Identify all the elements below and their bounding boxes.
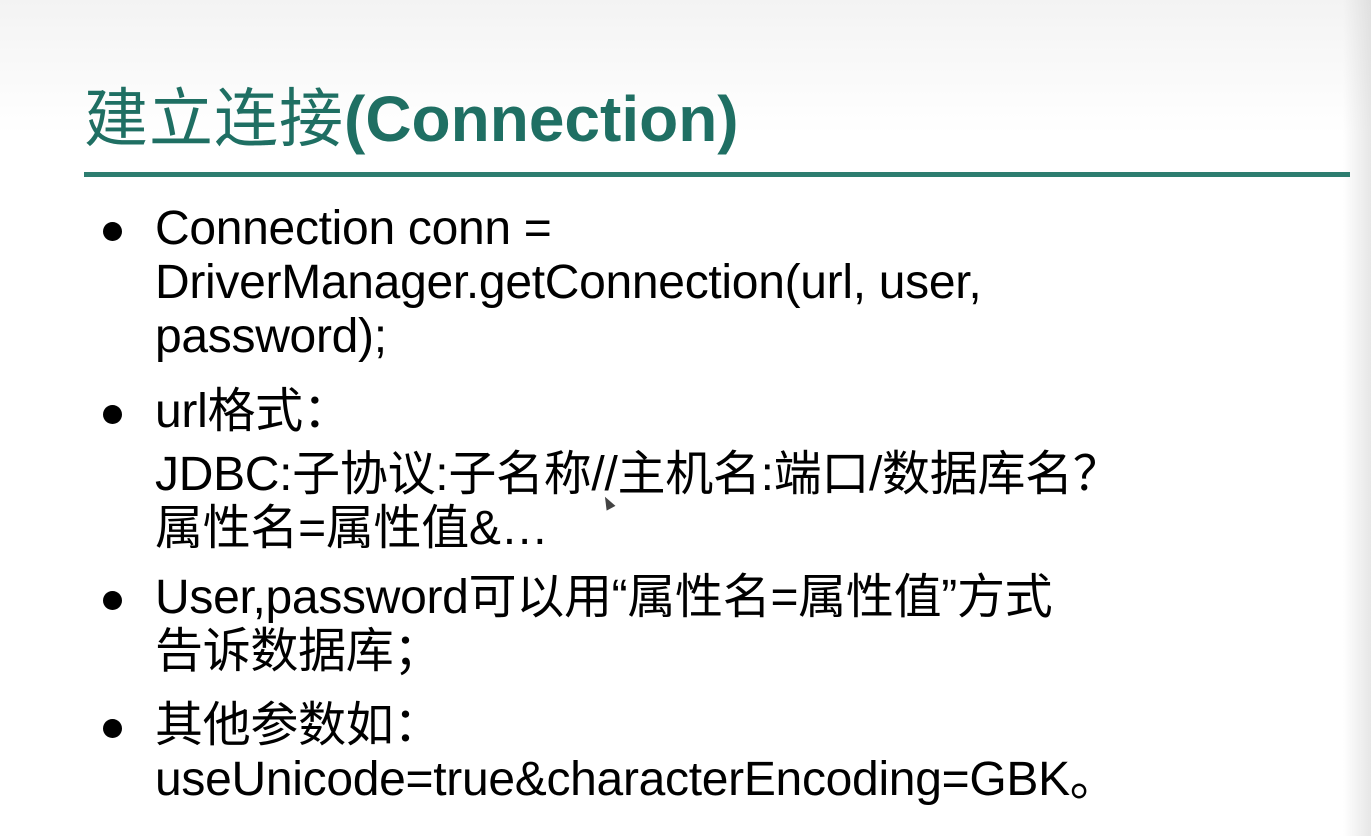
bullet-line: 告诉数据库；	[155, 625, 442, 678]
bullet-line: Connection conn =	[155, 202, 552, 255]
bullet-line: useUnicode=true&characterEncoding=GBK。	[155, 753, 1118, 806]
bullet-dot	[103, 591, 122, 610]
slide-title-chinese: 建立连接	[84, 83, 344, 157]
bullet-line: url格式：	[155, 385, 351, 438]
bullet-dot	[103, 405, 122, 424]
slide-title-english: (Connection)	[344, 83, 739, 155]
slide-edge-shade	[1343, 0, 1371, 836]
bullet-line: DriverManager.getConnection(url, user,	[155, 256, 982, 309]
bullet-line: User,password可以用“属性名=属性值”方式	[155, 571, 1053, 624]
bullet-dot	[103, 719, 122, 738]
bullet-line: password);	[155, 310, 387, 363]
title-divider	[84, 172, 1350, 177]
bullet-line: JDBC:子协议:子名称//主机名:端口/数据库名？	[155, 448, 1121, 501]
bullet-line: 其他参数如：	[155, 699, 442, 752]
bullet-dot	[103, 222, 122, 241]
slide-title: 建立连接(Connection)	[84, 76, 739, 162]
slide: 建立连接(Connection) Connection conn = Drive…	[0, 0, 1371, 836]
bullet-line: 属性名=属性值&…	[155, 502, 549, 555]
